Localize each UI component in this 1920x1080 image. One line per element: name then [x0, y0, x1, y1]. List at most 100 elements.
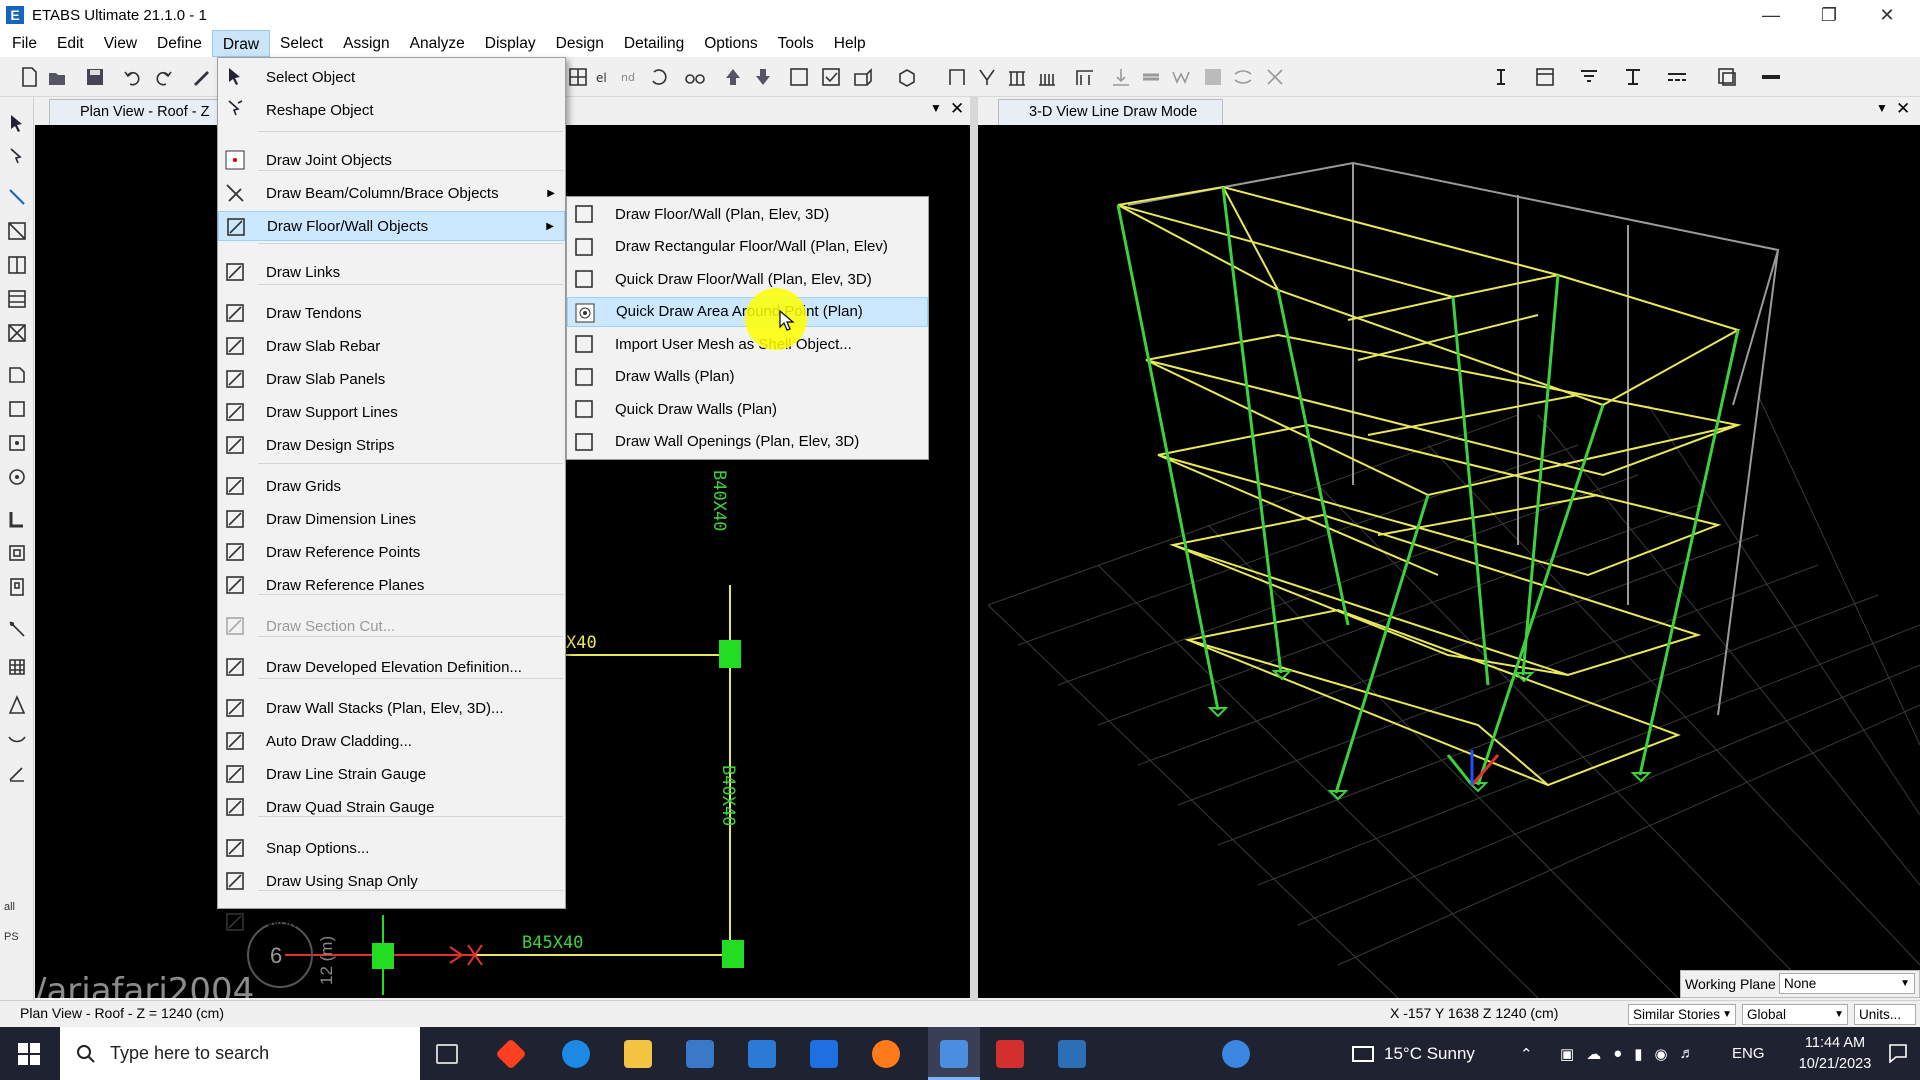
network-icon[interactable]: ▣	[1560, 1045, 1574, 1063]
text-cursor-icon[interactable]	[1490, 66, 1512, 88]
firefox-icon[interactable]	[872, 1040, 900, 1068]
draw-menu-item[interactable]: Reshape Object	[218, 95, 565, 125]
menu-draw[interactable]: Draw	[211, 30, 271, 57]
link-tool-icon[interactable]	[1232, 66, 1254, 88]
panel-dropdown-icon[interactable]: ▼	[930, 101, 942, 115]
pencil-icon[interactable]	[190, 66, 212, 88]
undo-icon[interactable]	[122, 66, 144, 88]
menu-analyze[interactable]: Analyze	[400, 30, 475, 57]
store-icon[interactable]	[686, 1040, 714, 1068]
line-style-icon[interactable]	[1666, 66, 1688, 88]
move-down-icon[interactable]	[752, 66, 774, 88]
globe-icon[interactable]: ◉	[1655, 1045, 1668, 1063]
slab-panels-icon[interactable]	[7, 657, 27, 677]
calculator-icon[interactable]	[1058, 1040, 1086, 1068]
help-icon[interactable]	[1222, 1040, 1250, 1068]
menu-define[interactable]: Define	[147, 30, 212, 57]
floor-submenu-item[interactable]: Quick Draw Floor/Wall (Plan, Elev, 3D)	[567, 264, 928, 294]
volume-icon[interactable]: ♬	[1680, 1045, 1695, 1062]
rotate-icon[interactable]	[648, 66, 670, 88]
autocad-icon[interactable]	[996, 1040, 1024, 1068]
etabs-taskbar-button[interactable]	[928, 1027, 980, 1080]
draw-menu-item[interactable]: Draw Floor/Wall Objects ▶	[218, 211, 565, 241]
taskbar-search[interactable]: Type here to search	[60, 1027, 420, 1080]
draw-menu-item[interactable]: Draw Wall Stacks (Plan, Elev, 3D)...	[218, 693, 565, 723]
panel-splitter[interactable]	[970, 97, 978, 1000]
system-tray-icons[interactable]: ⌃	[1520, 1027, 1533, 1080]
draw-rect-icon[interactable]	[7, 399, 27, 419]
working-plane-select[interactable]: None ▼	[1779, 973, 1915, 994]
opening-icon[interactable]	[1202, 66, 1224, 88]
redo-icon[interactable]	[152, 66, 174, 88]
align-icon[interactable]	[1622, 66, 1644, 88]
draw-menu-item[interactable]: Draw Slab Panels	[218, 364, 565, 394]
extrude-icon[interactable]	[788, 66, 810, 88]
weather-widget[interactable]: 15°C Sunny	[1352, 1027, 1475, 1080]
menu-file[interactable]: File	[0, 30, 47, 57]
panel-close-icon[interactable]: ✕	[950, 99, 964, 119]
draw-menu-item[interactable]: Draw Design Strips	[218, 430, 565, 460]
quick-wall-icon[interactable]	[7, 543, 27, 563]
filter-icon[interactable]	[1578, 66, 1600, 88]
draw-menu-item[interactable]: Select Object	[218, 62, 565, 92]
draw-menu-item[interactable]: Draw Beam/Column/Brace Objects ▶	[218, 178, 565, 208]
floor-submenu-item[interactable]: Draw Walls (Plan)	[567, 362, 928, 392]
view-3d-icon[interactable]	[896, 66, 918, 88]
draw-menu-item[interactable]: Draw Reference Planes	[218, 570, 565, 600]
menu-select[interactable]: Select	[270, 30, 333, 57]
new-file-icon[interactable]	[18, 66, 40, 88]
windows-start-icon[interactable]	[18, 1043, 40, 1065]
line-weight-icon[interactable]	[1760, 66, 1782, 88]
check-icon[interactable]	[820, 66, 842, 88]
table-icon[interactable]	[1534, 66, 1556, 88]
floor-submenu-item[interactable]: Draw Wall Openings (Plan, Elev, 3D)	[567, 427, 928, 457]
area-point-icon[interactable]	[7, 467, 27, 487]
draw-menu-item[interactable]: Draw Joint Objects	[218, 145, 565, 175]
open-file-icon[interactable]	[46, 66, 68, 88]
draw-menu-item[interactable]: Draw Slab Rebar	[218, 331, 565, 361]
menu-edit[interactable]: Edit	[47, 30, 94, 57]
battery-icon[interactable]: ▮	[1634, 1045, 1642, 1063]
hinge-icon[interactable]	[1264, 66, 1286, 88]
slab-icon[interactable]	[1140, 66, 1162, 88]
task-view-icon[interactable]	[436, 1044, 458, 1064]
menu-detailing[interactable]: Detailing	[614, 30, 694, 57]
draw-menu-item[interactable]: Draw Links	[218, 257, 565, 287]
draw-menu-item[interactable]: Draw Dimension Lines	[218, 504, 565, 534]
draw-secondary-icon[interactable]	[7, 289, 27, 309]
menu-design[interactable]: Design	[546, 30, 614, 57]
label-tool-icon[interactable]: el	[594, 66, 616, 88]
anydesk-icon[interactable]	[495, 1038, 527, 1070]
draw-menu-item[interactable]: Draw Support Lines	[218, 397, 565, 427]
mic-icon[interactable]: ●	[1613, 1045, 1622, 1062]
columns-icon[interactable]	[1006, 66, 1028, 88]
file-explorer-icon[interactable]	[624, 1040, 652, 1068]
draw-x-brace-icon[interactable]	[7, 323, 27, 343]
draw-menu-item[interactable]: Draw Tendons	[218, 298, 565, 328]
move-up-icon[interactable]	[722, 66, 744, 88]
language-indicator[interactable]: ENG	[1732, 1027, 1765, 1080]
similar-stories-select[interactable]: Similar Stories ▼	[1628, 1004, 1736, 1025]
draw-menu-item[interactable]: Auto Draw Cladding...	[218, 726, 565, 756]
reshape-pointer-icon[interactable]	[7, 147, 27, 167]
edge-icon[interactable]	[562, 1040, 590, 1068]
nd-tool-icon[interactable]: nd	[620, 66, 642, 88]
panel-dropdown-icon-right[interactable]: ▼	[1876, 101, 1888, 115]
draw-menu-item[interactable]: Snap Options...	[218, 833, 565, 863]
copy-view-icon[interactable]	[1716, 66, 1738, 88]
select-pointer-icon[interactable]	[7, 113, 27, 133]
draw-menu-item[interactable]: Draw Reference Points	[218, 537, 565, 567]
panel-close-icon-right[interactable]: ✕	[1896, 99, 1910, 119]
onedrive-icon[interactable]: ☁	[1586, 1045, 1601, 1063]
coord-system-select[interactable]: Global ▼	[1742, 1004, 1848, 1025]
draw-menu-item[interactable]: Draw Using Snap Only	[218, 866, 565, 896]
clock[interactable]: 11:44 AM 10/21/2023	[1790, 1033, 1880, 1075]
draw-menu-item[interactable]: Draw Line Strain Gauge	[218, 759, 565, 789]
floor-submenu-item[interactable]: Draw Rectangular Floor/Wall (Plan, Elev)	[567, 232, 928, 262]
minimize-icon[interactable]: —	[1742, 0, 1800, 30]
menu-tools[interactable]: Tools	[768, 30, 824, 57]
tendon-icon[interactable]	[7, 729, 27, 749]
notifications-icon[interactable]	[1888, 1043, 1908, 1063]
units-button[interactable]: Units...	[1854, 1004, 1916, 1025]
frame-icon[interactable]	[946, 66, 968, 88]
